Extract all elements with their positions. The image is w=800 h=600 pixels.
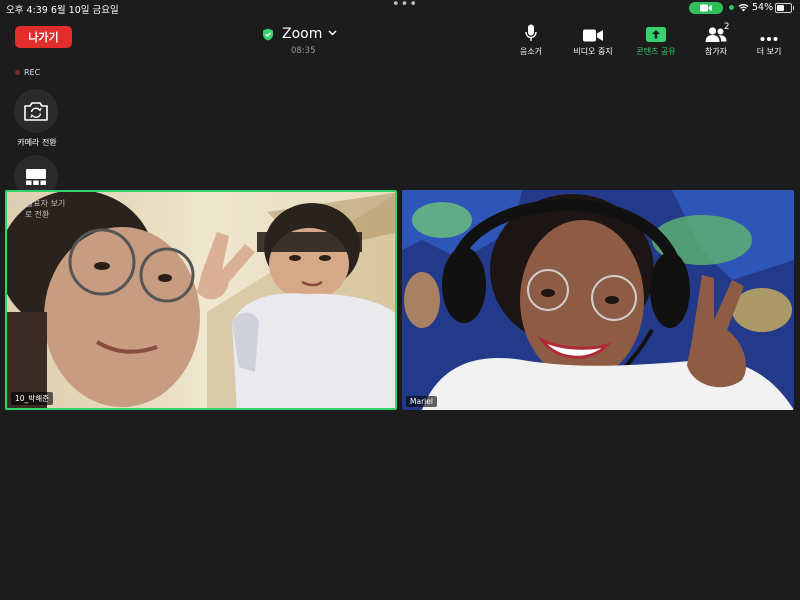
- battery-percent: 54%: [752, 2, 774, 13]
- participant-video-feed: [402, 190, 794, 410]
- stop-video-button[interactable]: 비디오 중지: [563, 22, 623, 56]
- video-tile-active-speaker[interactable]: 10_박해준: [5, 190, 397, 410]
- camera-rotate-icon: [24, 101, 48, 121]
- participants-count-badge: 2: [724, 22, 730, 32]
- status-time-date: 오후 4:39 6월 10일 금요일: [6, 5, 119, 16]
- multitasking-dots-icon[interactable]: •••: [392, 0, 418, 12]
- mute-label: 음소거: [519, 47, 543, 56]
- battery-icon: [775, 3, 794, 13]
- participant-name-label: Mariel: [406, 396, 437, 407]
- participant-name-label: 10_박해준: [11, 392, 53, 405]
- video-camera-icon: [583, 29, 603, 42]
- camera-switch-label: 카메라 전환: [17, 138, 57, 147]
- share-arrow-icon: [646, 27, 666, 42]
- camera-switch-button[interactable]: [14, 89, 58, 133]
- more-label: 더 보기: [756, 47, 782, 56]
- recording-indicator: REC: [15, 68, 40, 77]
- share-content-button[interactable]: 콘텐츠 공유: [626, 22, 686, 56]
- speaker-view-icon: [26, 169, 46, 185]
- share-content-label: 콘텐츠 공유: [636, 47, 676, 56]
- wifi-icon: [738, 4, 749, 12]
- more-dots-icon: [760, 37, 778, 41]
- camera-in-use-indicator: [689, 2, 723, 14]
- participant-video-feed: [7, 192, 395, 408]
- more-button[interactable]: 더 보기: [739, 22, 799, 56]
- meeting-timer: 08:35: [291, 46, 316, 56]
- meeting-title-dropdown[interactable]: Zoom: [262, 26, 342, 43]
- video-tile-participant[interactable]: Mariel: [402, 190, 794, 410]
- stop-video-label: 비디오 중지: [573, 47, 613, 56]
- shield-check-icon: [263, 28, 273, 41]
- mic-in-use-dot: [729, 5, 734, 10]
- status-bar: 오후 4:39 6월 10일 금요일 ••• 54%: [0, 0, 800, 16]
- participants-label: 참가자: [704, 47, 728, 56]
- meeting-title: Zoom: [282, 26, 323, 42]
- microphone-icon: [525, 24, 537, 41]
- switch-layout-label: 현재 발표자 보기로 전환: [8, 199, 66, 219]
- mute-button[interactable]: 음소거: [501, 22, 561, 56]
- chevron-down-icon: [328, 30, 337, 36]
- rec-label: REC: [24, 68, 41, 77]
- leave-button[interactable]: 나가기: [15, 26, 72, 48]
- participants-button[interactable]: 2 참가자: [686, 22, 746, 56]
